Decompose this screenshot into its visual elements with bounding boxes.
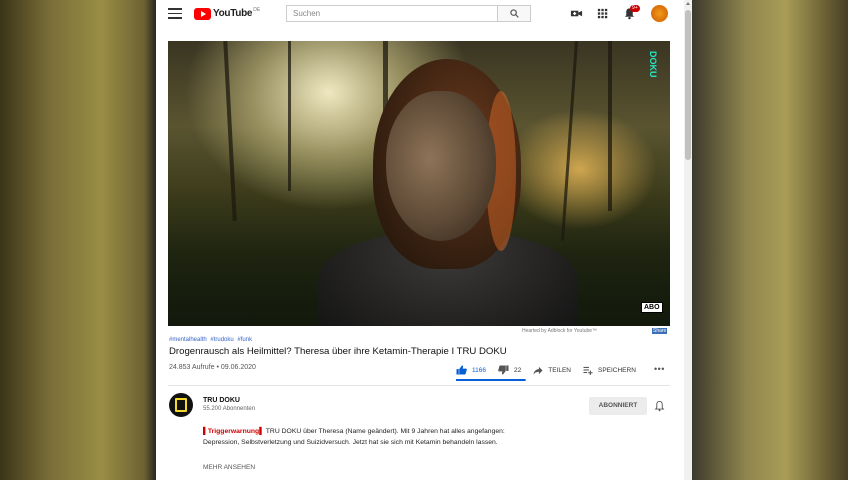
section-divider: [168, 385, 670, 386]
scroll-up-arrow-icon[interactable]: [686, 2, 690, 5]
hashtag-link[interactable]: #trudoku: [210, 337, 233, 343]
thumbs-down-icon: [498, 365, 509, 375]
thumbs-up-icon: [456, 365, 467, 375]
hashtag-link[interactable]: #funk: [237, 337, 252, 343]
like-ratio-fill: [456, 379, 525, 381]
background-tree: [561, 41, 578, 241]
page-scrollbar[interactable]: [684, 0, 692, 480]
save-label: SPEICHERN: [597, 366, 636, 374]
notification-badge: 9+: [630, 5, 640, 12]
search-input[interactable]: Suchen: [286, 5, 497, 22]
adblock-note: Hearted by Adblock for Youtube™: [522, 328, 598, 334]
subscriber-count: 55.200 Abonnenten: [203, 406, 256, 412]
share-icon: [533, 366, 543, 375]
create-video-icon[interactable]: [570, 7, 583, 20]
video-subject-face: [386, 91, 496, 241]
youtube-header: YouTube DE Suchen 9+: [156, 0, 692, 27]
subscribe-button[interactable]: ABONNIERT: [589, 397, 647, 415]
search-icon: [510, 9, 519, 18]
show-more-link[interactable]: MEHR ANSEHEN: [203, 464, 255, 471]
logo-text: YouTube: [213, 8, 253, 19]
channel-watermark: DOKU: [648, 51, 658, 78]
share-button[interactable]: TEILEN: [533, 366, 571, 375]
hashtags: #mentalhealth #trudoku #funk: [169, 337, 254, 343]
share-label: TEILEN: [548, 366, 571, 374]
adblock-share-button[interactable]: Share: [652, 328, 668, 334]
save-button[interactable]: SPEICHERN: [583, 366, 636, 375]
more-actions-icon[interactable]: •••: [654, 364, 665, 374]
playlist-add-icon: [583, 366, 593, 375]
view-count-date: 24.853 Aufrufe • 09.06.2020: [169, 364, 256, 371]
scrollbar-thumb[interactable]: [685, 10, 691, 160]
youtube-play-icon: [194, 7, 211, 20]
logo-region: DE: [253, 6, 261, 13]
dislike-button[interactable]: 22: [498, 365, 521, 375]
hamburger-menu-icon[interactable]: [168, 8, 182, 19]
background-tree: [223, 41, 237, 221]
dislike-count: 22: [513, 366, 522, 374]
desktop-background-right: [692, 0, 848, 480]
subscription-bell-icon[interactable]: [654, 400, 665, 412]
like-count: 1166: [472, 366, 486, 374]
search-button[interactable]: [497, 5, 531, 22]
background-tree: [608, 41, 612, 211]
video-title: Drogenrausch als Heilmittel? Theresa übe…: [169, 346, 507, 357]
like-dislike-bar: [456, 379, 526, 381]
channel-avatar[interactable]: [169, 393, 193, 417]
description-line-2: Depression, Selbstverletzung und Suizidv…: [203, 439, 498, 446]
channel-logo-mark: [175, 398, 187, 412]
browser-window: YouTube DE Suchen 9+ DOKU ABO Hearted by…: [156, 0, 692, 480]
account-avatar[interactable]: [651, 5, 668, 22]
description-line-1: ▌Triggerwarnung▌ TRU DOKU über Theresa (…: [203, 428, 505, 435]
video-actions: 1166 22 TEILEN SPEICHERN: [456, 364, 648, 376]
youtube-logo[interactable]: YouTube DE: [194, 7, 260, 20]
hashtag-link[interactable]: #mentalhealth: [169, 337, 207, 343]
apps-grid-icon[interactable]: [596, 7, 609, 20]
abo-badge[interactable]: ABO: [641, 302, 663, 313]
background-tree: [288, 41, 291, 191]
video-player[interactable]: DOKU ABO: [168, 41, 670, 326]
trigger-warning: ▌Triggerwarnung▌: [203, 428, 265, 435]
like-button[interactable]: 1166: [456, 365, 486, 375]
channel-name[interactable]: TRU DOKU: [203, 397, 240, 404]
